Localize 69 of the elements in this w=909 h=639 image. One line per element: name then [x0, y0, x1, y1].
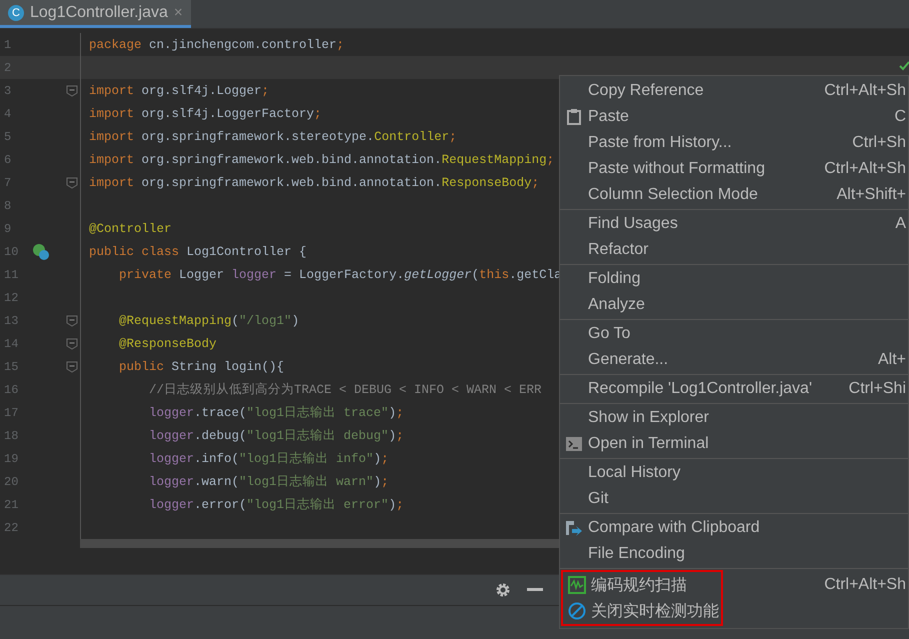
code-line: @ResponseBody [118, 336, 217, 350]
line-number: 20 [3, 474, 20, 488]
code-line: @RequestMapping("/log1") [118, 314, 300, 328]
menu-item[interactable]: File Encoding [560, 541, 908, 567]
code-line: import org.springframework.web.bind.annotation.ResponseBody; [89, 176, 540, 190]
menu-item[interactable]: Git [560, 486, 908, 512]
code-line: import org.slf4j.Logger; [89, 84, 270, 98]
shortcut-text: Ctrl+Alt+Sh [824, 82, 906, 100]
menu-item[interactable]: Paste without Formatting Ctrl+Alt+Sh [560, 156, 908, 182]
line-number: 11 [3, 268, 20, 282]
line-number: 13 [3, 314, 20, 328]
shortcut-text: Ctrl+Shi [848, 380, 906, 398]
shortcut-text: A [895, 215, 906, 233]
line-number: 19 [3, 452, 20, 466]
line-number: 6 [3, 152, 12, 166]
menu-item[interactable]: 关闭实时检测功能 [563, 598, 721, 624]
shortcut-text: Alt+ [878, 351, 906, 369]
class-icon: C [8, 4, 24, 20]
code-line: package cn.jinchengcom.controller; [89, 38, 344, 52]
line-number: 3 [3, 84, 12, 98]
shortcut-text: Ctrl+Sh [852, 134, 906, 152]
menu-item[interactable]: Open in Terminal [560, 431, 908, 457]
line-number: 12 [3, 290, 20, 304]
line-number: 16 [3, 382, 20, 396]
line-number: 1 [3, 38, 12, 52]
line-number: 4 [3, 106, 12, 120]
menu-item[interactable]: Compare with Clipboard [560, 515, 908, 541]
shortcut-text: Ctrl+Alt+Sh [824, 160, 906, 178]
line-number: 10 [3, 244, 20, 258]
menu-item[interactable]: Folding [560, 266, 908, 292]
editor-tab[interactable]: C Log1Controller.java × [0, 0, 191, 28]
menu-item[interactable]: Paste from History... Ctrl+Sh [560, 130, 908, 156]
line-number: 17 [3, 406, 20, 420]
shortcut-text: Alt+Shift+ [836, 186, 906, 204]
code-line: logger.info("log1日志输出 info"); [148, 450, 389, 467]
line-number: 5 [3, 130, 12, 144]
line-number: 21 [3, 498, 20, 512]
code-line: logger.trace("log1日志输出 trace"); [148, 404, 404, 421]
menu-item[interactable]: Recompile 'Log1Controller.java' Ctrl+Shi [560, 376, 908, 402]
code-line: import org.springframework.web.bind.annotation.RequestMapping; [89, 152, 554, 166]
code-line: //日志级别从低到高分为TRACE < DEBUG < INFO < WARN < ERR [148, 382, 542, 398]
menu-item[interactable]: Generate... Alt+ [560, 347, 908, 373]
code-line: logger.error("log1日志输出 error"); [148, 496, 404, 513]
code-line: public String login(){ [118, 360, 284, 374]
line-number: 15 [3, 360, 20, 374]
menu-item[interactable]: Go To [560, 321, 908, 347]
menu-item[interactable]: Refactor [560, 237, 908, 263]
line-number: 9 [3, 222, 12, 236]
code-line: logger.debug("log1日志输出 debug"); [148, 428, 404, 444]
line-number: 18 [3, 428, 20, 442]
code-line: public class Log1Controller { [89, 244, 307, 258]
menu-item[interactable]: Analyze [560, 292, 908, 318]
line-number: 7 [3, 176, 12, 190]
menu-item[interactable]: Find Usages A [560, 211, 908, 237]
menu-item[interactable]: Local History [560, 460, 908, 486]
shortcut-text: Ctrl+Alt+Sh [824, 576, 906, 594]
line-number: 8 [3, 198, 12, 212]
code-line: @Controller [89, 222, 172, 236]
code-line: logger.warn("log1日志输出 warn"); [148, 474, 389, 490]
line-number: 22 [3, 520, 20, 534]
menu-item[interactable]: Show in Explorer [560, 405, 908, 431]
menu-item[interactable]: Column Selection Mode Alt+Shift+ [560, 182, 908, 208]
menu-item[interactable]: Copy Reference Ctrl+Alt+Sh [560, 78, 908, 104]
shortcut-text: C [894, 108, 906, 126]
code-line: import org.slf4j.LoggerFactory; [89, 106, 322, 120]
menu-item[interactable]: 编码规约扫描 [563, 572, 721, 598]
line-number: 14 [3, 336, 20, 350]
code-line: import org.springframework.stereotype.Controller; [89, 130, 457, 144]
menu-item[interactable]: Paste C [560, 104, 908, 130]
